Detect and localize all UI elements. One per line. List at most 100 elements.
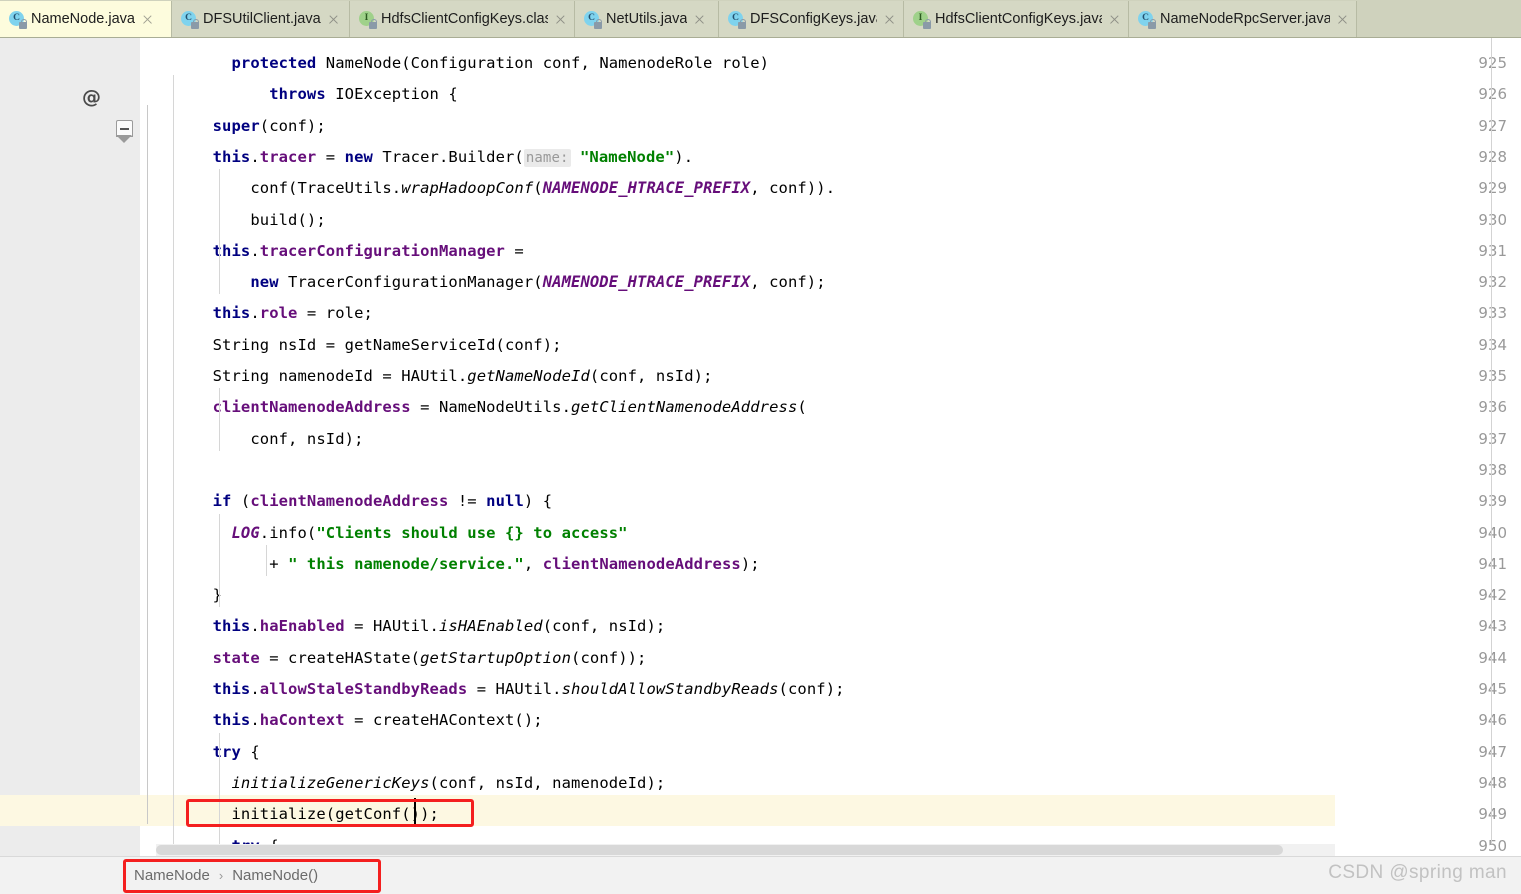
code-token: . [250, 617, 260, 636]
code-token: shouldAllowStandbyReads [561, 680, 779, 698]
editor-gutter-folding[interactable] [140, 38, 156, 856]
code-token: , [523, 554, 543, 573]
java-class-icon: C [584, 10, 602, 29]
code-token: TracerConfigurationManager( [278, 273, 543, 292]
code-line[interactable]: } [156, 580, 222, 611]
code-token: wrapHadoopConf [401, 179, 534, 198]
lock-badge-icon [19, 18, 27, 29]
code-line[interactable]: this.haContext = createHAContext(); [156, 705, 543, 736]
code-line[interactable]: this.tracer = new Tracer.Builder(name: "… [156, 142, 693, 174]
editor-tab-label: NetUtils.java [606, 11, 688, 27]
editor-tab-dfsconfigkeys-java[interactable]: C DFSConfigKeys.java [719, 1, 904, 37]
tab-bar-empty-area [1357, 1, 1521, 37]
java-class-icon: C [728, 10, 746, 29]
code-token: . [250, 711, 260, 730]
code-line[interactable]: initialize(getConf()); [156, 799, 439, 830]
code-line[interactable]: this.allowStaleStandbyReads = HAUtil.sho… [156, 674, 845, 705]
editor-tab-hdfsclientconfigkeys-java[interactable]: I HdfsClientConfigKeys.java [904, 1, 1129, 37]
breadcrumb-bar[interactable]: NameNode › NameNode() [0, 856, 1521, 894]
java-interface-icon: I [359, 10, 377, 29]
editor-tab-namenode-java[interactable]: C NameNode.java [0, 1, 172, 37]
keyword-token: try [212, 742, 241, 761]
keyword-token: this [212, 147, 251, 166]
close-icon[interactable] [693, 13, 706, 26]
editor-tab-netutils-java[interactable]: C NetUtils.java [575, 1, 719, 37]
code-token: getNameNodeId [467, 367, 590, 385]
breadcrumb-item-class[interactable]: NameNode [134, 867, 210, 884]
code-token: (conf)); [571, 648, 647, 667]
code-line[interactable]: String nsId = getNameServiceId(conf); [156, 330, 562, 361]
keyword-token: null [486, 492, 524, 511]
code-line[interactable]: throws IOException { [156, 79, 458, 110]
indent-guide [219, 231, 220, 295]
code-line[interactable]: conf, nsId); [156, 424, 364, 455]
code-line[interactable]: + " this namenode/service.", clientNamen… [156, 549, 760, 580]
indent-guide [266, 544, 267, 577]
keyword-token: protected [231, 54, 317, 72]
code-line[interactable]: try { [156, 737, 260, 768]
code-token: . [250, 680, 260, 698]
string-literal: "NameNode" [579, 147, 675, 166]
code-text-area[interactable]: protected NameNode(Configuration conf, N… [156, 38, 1521, 856]
editor-tab-dfsutilclient-java[interactable]: C DFSUtilClient.java [172, 1, 350, 37]
code-token: { [240, 742, 260, 761]
code-line[interactable]: this.role = role; [156, 298, 373, 329]
code-line[interactable]: this.haEnabled = HAUtil.isHAEnabled(conf… [156, 611, 666, 642]
annotation-marker-icon[interactable]: @ [82, 86, 101, 108]
breadcrumb-item-method[interactable]: NameNode() [232, 867, 318, 884]
lock-badge-icon [369, 18, 377, 29]
string-literal: " this namenode/service." [288, 554, 524, 573]
code-token: allowStaleStandbyReads [259, 680, 468, 698]
code-line[interactable]: LOG.info("Clients should use {} to acces… [156, 518, 628, 549]
close-icon[interactable] [554, 13, 567, 26]
editor-tab-namenoderpcserver-java[interactable]: C NameNodeRpcServer.java [1129, 1, 1357, 37]
close-icon[interactable] [327, 13, 340, 26]
code-line[interactable]: clientNamenodeAddress = NameNodeUtils.ge… [156, 392, 807, 423]
parameter-hint: name: [523, 148, 571, 167]
editor-tab-label: DFSUtilClient.java [203, 11, 321, 27]
code-token: .info( [259, 523, 317, 542]
editor-gutter-linenumbers[interactable] [0, 38, 110, 856]
java-interface-icon: I [913, 10, 931, 29]
code-token: NAMENODE_HTRACE_PREFIX [542, 273, 751, 292]
horizontal-scrollbar-thumb[interactable] [156, 845, 1283, 855]
code-token: String namenodeId = HAUtil. [212, 367, 468, 385]
string-literal: "Clients should use {} to access" [316, 523, 628, 542]
close-icon[interactable] [141, 13, 154, 26]
code-line[interactable]: super(conf); [156, 111, 326, 142]
code-line[interactable]: initializeGenericKeys(conf, nsId, nameno… [156, 768, 665, 799]
horizontal-scrollbar[interactable] [156, 844, 1335, 856]
code-line[interactable]: String namenodeId = HAUtil.getNameNodeId… [156, 361, 713, 392]
code-line[interactable]: this.tracerConfigurationManager = [156, 236, 524, 267]
code-line[interactable]: conf(TraceUtils.wrapHadoopConf(NAMENODE_… [156, 173, 835, 204]
code-token: } [212, 586, 223, 605]
code-line[interactable]: build(); [156, 205, 326, 236]
code-token: (conf, nsId); [542, 617, 666, 636]
close-icon[interactable] [883, 13, 896, 26]
editor-gutter-annotations[interactable] [110, 38, 140, 856]
code-token: conf, nsId); [250, 429, 364, 448]
indent-guide [219, 732, 220, 856]
code-token: LOG [231, 523, 260, 542]
close-icon[interactable] [1108, 13, 1121, 26]
code-line[interactable]: protected NameNode(Configuration conf, N… [156, 48, 769, 79]
code-editor[interactable]: @ 925 926 927 928 929 930 931 932 933 934 935 936 93… [0, 38, 1521, 856]
code-line[interactable]: new TracerConfigurationManager(NAMENODE_… [156, 267, 826, 298]
ide-window: C NameNode.java C DFSUtilClient.java I HdfsCl… [0, 0, 1521, 894]
keyword-token: new [250, 273, 279, 292]
code-token: isHAEnabled [438, 617, 543, 636]
code-fold-collapse-icon[interactable] [116, 120, 133, 143]
keyword-token: throws [269, 85, 326, 104]
code-line[interactable]: if (clientNamenodeAddress != null) { [156, 486, 552, 517]
editor-tab-hdfsclientconfigkeys-class[interactable]: I HdfsClientConfigKeys.class [350, 1, 575, 37]
code-line[interactable]: state = createHAState(getStartupOption(c… [156, 643, 647, 674]
close-icon[interactable] [1336, 13, 1349, 26]
